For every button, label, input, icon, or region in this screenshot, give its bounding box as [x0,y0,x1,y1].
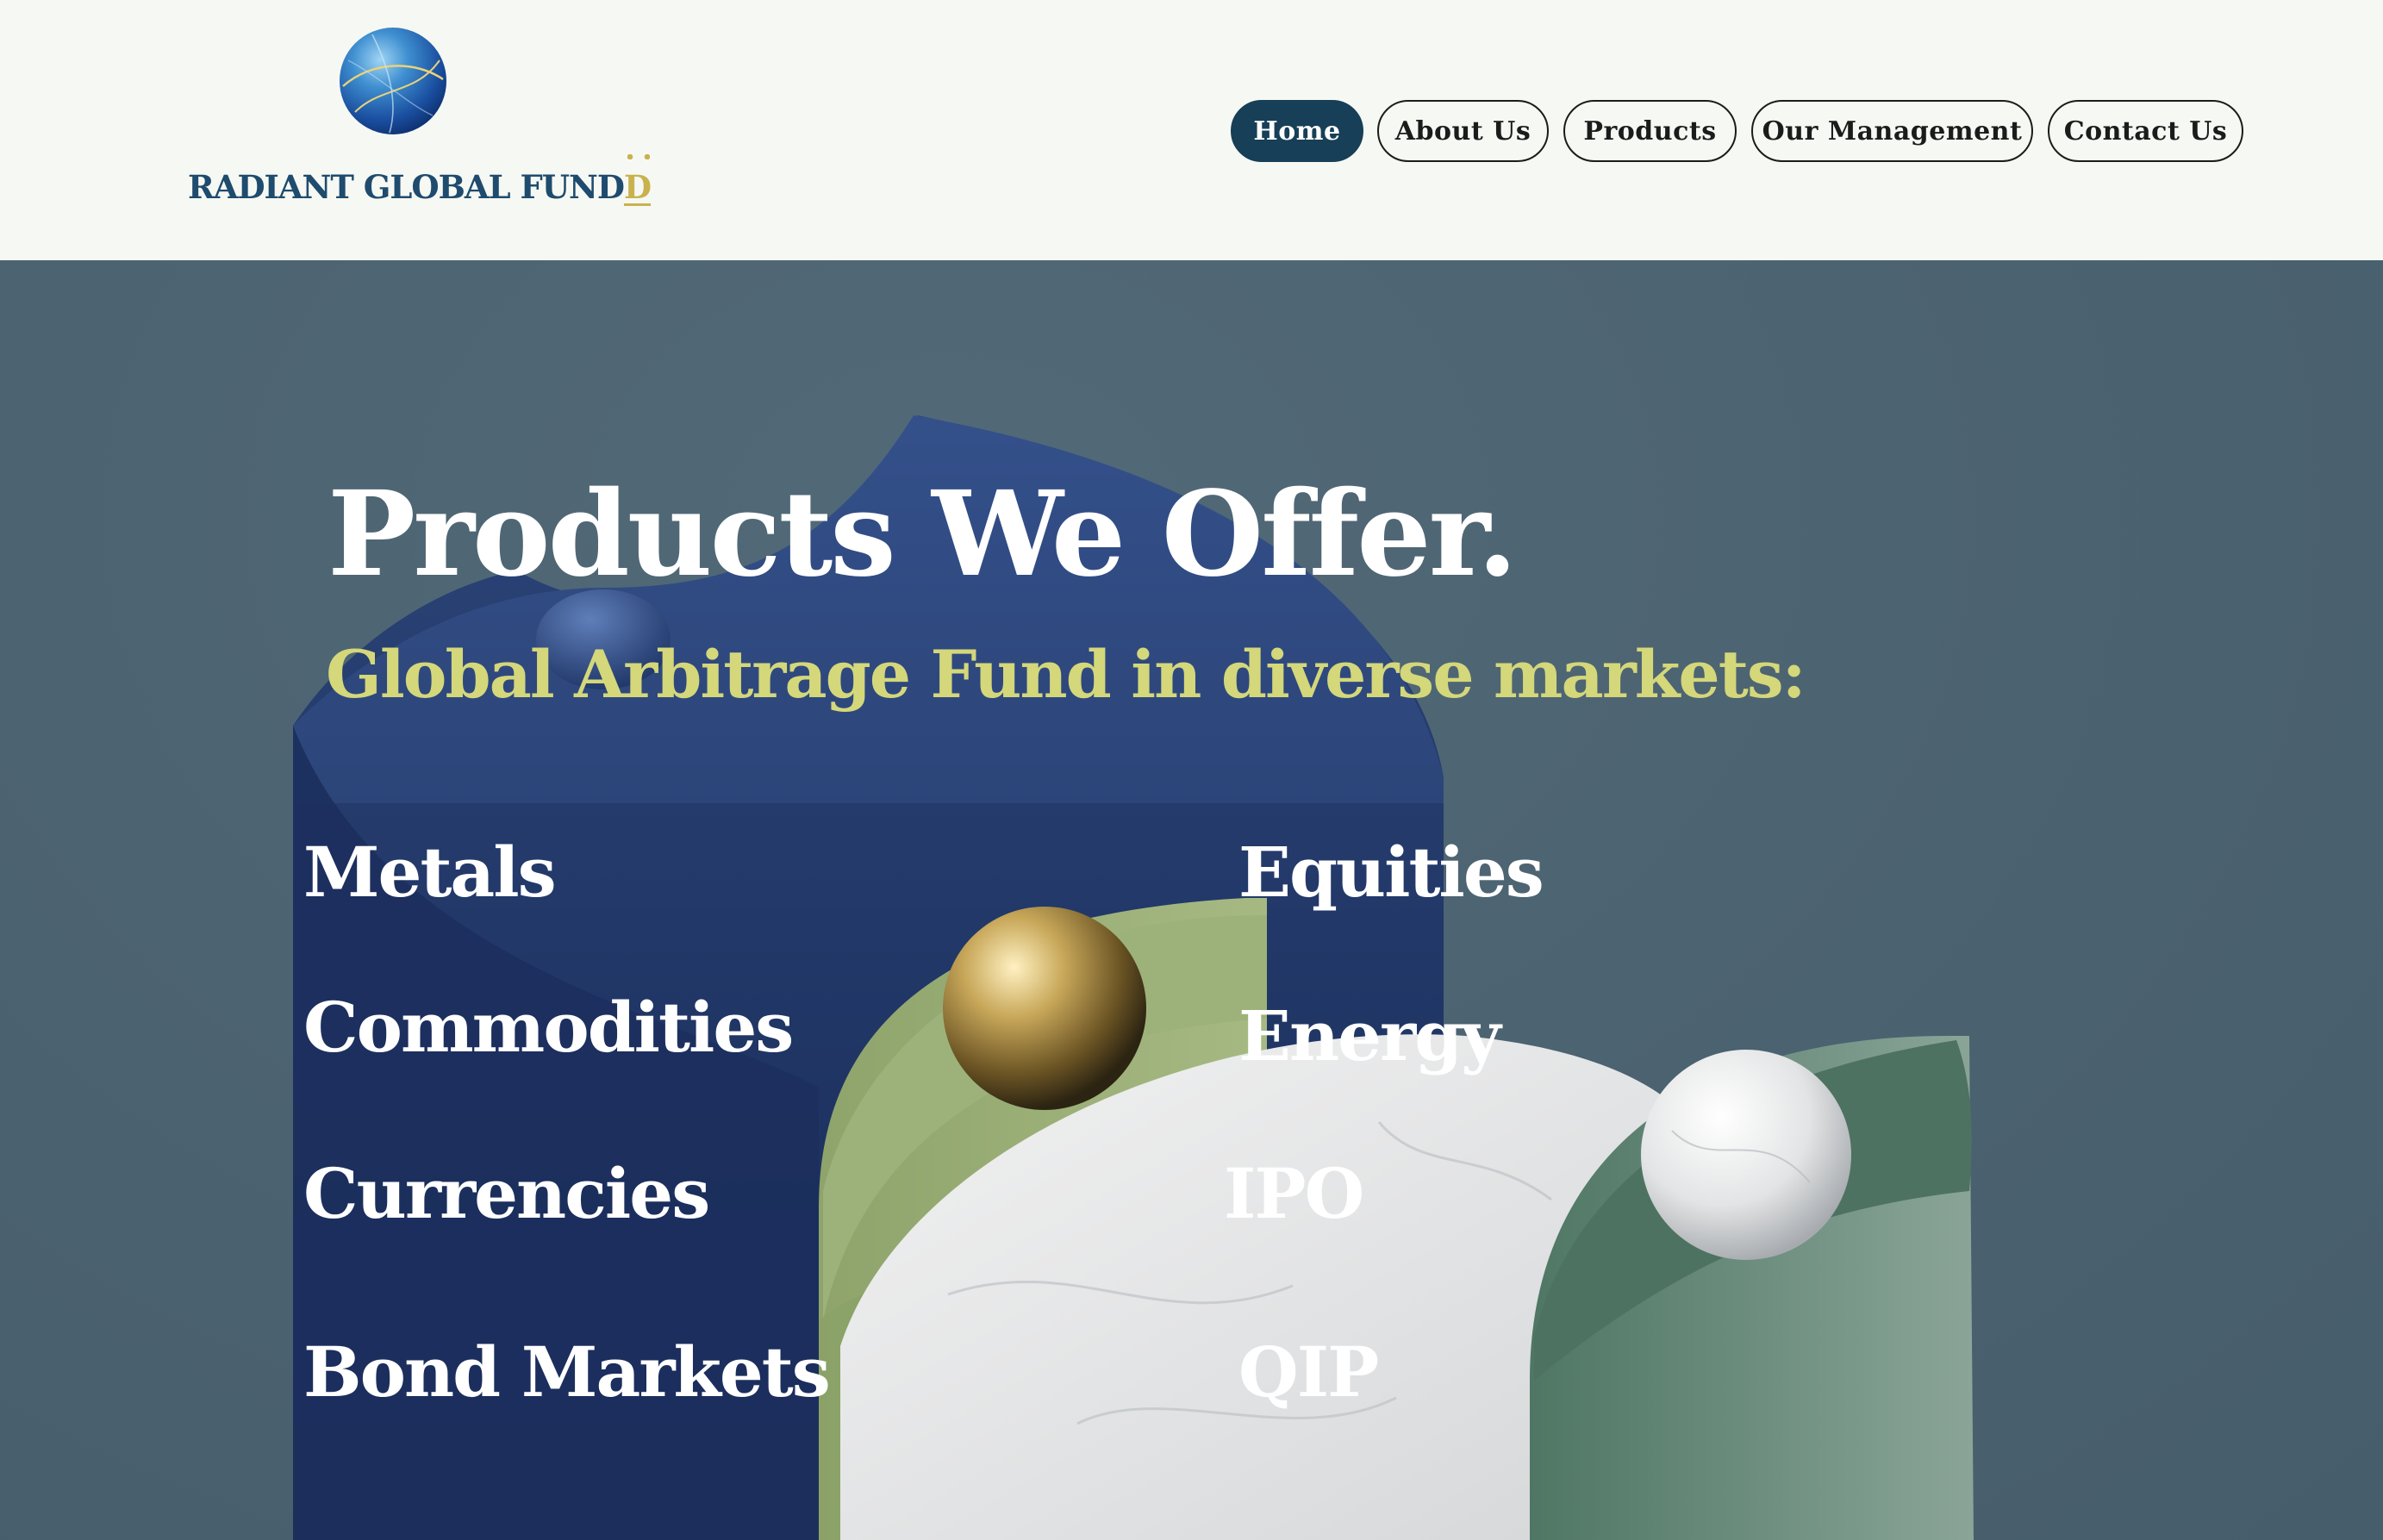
product-ipo: IPO [1224,1153,1364,1234]
product-equities: Equities [1238,832,1544,913]
globe-icon[interactable] [338,26,448,136]
product-energy: Energy [1238,995,1501,1076]
nav-home[interactable]: Home [1231,100,1363,162]
nav-contact-us[interactable]: Contact Us [2048,100,2243,162]
product-bond-markets: Bond Markets [303,1331,831,1412]
product-commodities: Commodities [303,987,794,1068]
nav-our-management[interactable]: Our Management [1751,100,2033,162]
page-title: Products We Offer. [328,465,1518,603]
site-header: RADIANT GLOBAL FUNDD Home About Us Produ… [0,0,2383,260]
nav-products[interactable]: Products [1563,100,1737,162]
nav-about-us[interactable]: About Us [1377,100,1549,162]
logo-wordmark[interactable]: RADIANT GLOBAL FUNDD [188,168,652,206]
product-currencies: Currencies [303,1153,710,1234]
product-metals: Metals [303,832,557,913]
product-qip: QIP [1238,1331,1379,1412]
logo-text-accent: D [623,168,652,206]
page-subtitle: Global Arbitrage Fund in diverse markets… [326,636,1806,713]
logo-text-main: RADIANT GLOBAL FUND [188,168,625,206]
